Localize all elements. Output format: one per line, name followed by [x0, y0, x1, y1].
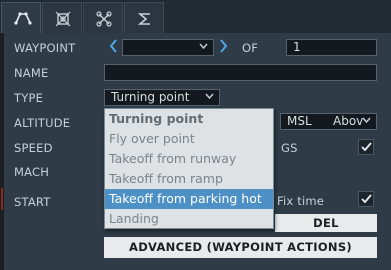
target-icon — [55, 11, 71, 27]
chevron-down-icon — [199, 43, 208, 50]
checkmark-icon — [361, 142, 372, 152]
waypoint-total: 1 — [286, 39, 377, 56]
type-option[interactable]: Landing — [105, 209, 273, 229]
name-label: NAME — [14, 66, 49, 80]
type-label: TYPE — [14, 91, 44, 105]
fix-time-checkbox[interactable] — [358, 191, 374, 207]
chevron-right-icon — [219, 39, 227, 53]
tab-bar — [0, 0, 391, 33]
tab-target[interactable] — [42, 2, 82, 33]
sigma-icon — [137, 13, 150, 25]
type-option[interactable]: Turning point — [105, 109, 273, 129]
del-button[interactable]: DEL — [275, 214, 377, 232]
gimbal-icon — [96, 11, 112, 27]
tab-route[interactable] — [1, 2, 41, 33]
altitude-reference-select[interactable]: MSL Abov — [280, 113, 377, 130]
altitude-reference-value: MSL — [287, 114, 312, 128]
type-option[interactable]: Takeoff from runway — [105, 149, 273, 169]
route-icon — [14, 12, 32, 25]
advanced-waypoint-actions-button[interactable]: ADVANCED (WAYPOINT ACTIONS) — [104, 237, 377, 258]
tab-sigma[interactable] — [124, 2, 164, 33]
type-select[interactable]: Turning point — [104, 89, 220, 106]
mach-label: MACH — [14, 165, 50, 179]
type-option[interactable]: Fly over point — [105, 129, 273, 149]
speed-label: SPEED — [14, 141, 53, 155]
chevron-left-icon — [109, 39, 117, 53]
next-waypoint-button[interactable] — [216, 39, 230, 56]
type-select-value: Turning point — [111, 90, 190, 104]
checkmark-icon — [361, 194, 372, 204]
chevron-down-icon — [205, 93, 214, 100]
start-label: START — [14, 195, 51, 209]
gs-label: GS — [281, 141, 298, 155]
side-marker — [1, 188, 3, 210]
altitude-label: ALTITUDE — [14, 116, 71, 130]
name-input[interactable] — [104, 64, 377, 81]
fix-time-label: Fix time — [277, 194, 325, 208]
chevron-down-icon — [362, 117, 371, 124]
waypoint-select[interactable] — [122, 39, 214, 56]
prev-waypoint-button[interactable] — [106, 39, 120, 56]
waypoint-label: WAYPOINT — [14, 41, 76, 55]
type-option-highlighted[interactable]: Takeoff from parking hot — [105, 189, 273, 209]
altitude-mode-value: Abov — [333, 114, 364, 128]
of-label: OF — [242, 41, 259, 55]
type-dropdown-list: Turning point Fly over point Takeoff fro… — [104, 108, 274, 229]
tab-gimbal[interactable] — [83, 2, 123, 33]
type-option[interactable]: Takeoff from ramp — [105, 169, 273, 189]
gs-checkbox[interactable] — [358, 139, 374, 155]
